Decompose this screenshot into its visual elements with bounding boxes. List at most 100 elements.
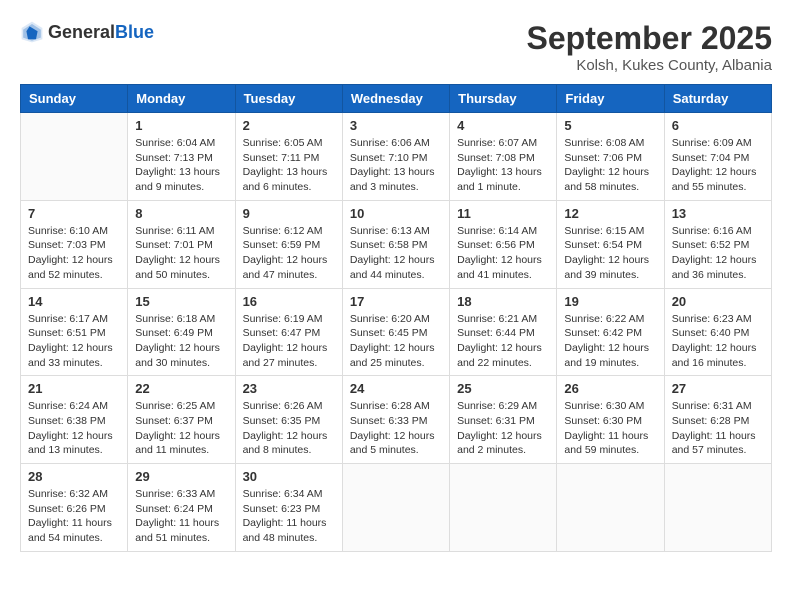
location-title: Kolsh, Kukes County, Albania	[527, 57, 772, 74]
day-cell: 5Sunrise: 6:08 AMSunset: 7:06 PMDaylight…	[557, 113, 664, 201]
weekday-header-wednesday: Wednesday	[342, 85, 449, 113]
day-info: Sunrise: 6:14 AMSunset: 6:56 PMDaylight:…	[457, 224, 549, 283]
day-cell: 13 Sunrise: 6:16 AMSunset: 6:52 PMDayligh…	[664, 200, 771, 288]
day-cell: 4 Sunrise: 6:07 AMSunset: 7:08 PMDaylight…	[450, 113, 557, 201]
weekday-header-row: SundayMondayTuesdayWednesdayThursdayFrid…	[21, 85, 772, 113]
day-number: 25	[457, 381, 549, 396]
day-info: Sunrise: 6:04 AMSunset: 7:13 PMDaylight:…	[135, 136, 227, 195]
day-number: 27	[672, 381, 764, 396]
day-cell	[342, 464, 449, 552]
day-number: 10	[350, 206, 442, 221]
day-info: Sunrise: 6:26 AMSunset: 6:35 PMDaylight:…	[243, 399, 335, 458]
day-cell: 6Sunrise: 6:09 AMSunset: 7:04 PMDaylight…	[664, 113, 771, 201]
week-row-1: 1 Sunrise: 6:04 AMSunset: 7:13 PMDaylight…	[21, 113, 772, 201]
day-number: 21	[28, 381, 120, 396]
day-number: 2	[243, 118, 335, 133]
calendar: SundayMondayTuesdayWednesdayThursdayFrid…	[20, 84, 772, 552]
day-info: Sunrise: 6:34 AMSunset: 6:23 PMDaylight:…	[243, 487, 335, 546]
week-row-2: 7Sunrise: 6:10 AMSunset: 7:03 PMDaylight…	[21, 200, 772, 288]
day-cell: 23 Sunrise: 6:26 AMSunset: 6:35 PMDayligh…	[235, 376, 342, 464]
day-cell: 28 Sunrise: 6:32 AMSunset: 6:26 PMDayligh…	[21, 464, 128, 552]
day-number: 13	[672, 206, 764, 221]
day-info: Sunrise: 6:07 AMSunset: 7:08 PMDaylight:…	[457, 136, 549, 195]
title-area: September 2025 Kolsh, Kukes County, Alba…	[527, 20, 772, 74]
day-info: Sunrise: 6:17 AMSunset: 6:51 PMDaylight:…	[28, 312, 120, 371]
day-number: 14	[28, 294, 120, 309]
day-number: 11	[457, 206, 549, 221]
weekday-header-friday: Friday	[557, 85, 664, 113]
day-info: Sunrise: 6:30 AMSunset: 6:30 PMDaylight:…	[564, 399, 656, 458]
day-cell: 21 Sunrise: 6:24 AMSunset: 6:38 PMDayligh…	[21, 376, 128, 464]
day-number: 18	[457, 294, 549, 309]
weekday-header-saturday: Saturday	[664, 85, 771, 113]
day-info: Sunrise: 6:11 AMSunset: 7:01 PMDaylight:…	[135, 224, 227, 283]
day-cell: 26Sunrise: 6:30 AMSunset: 6:30 PMDayligh…	[557, 376, 664, 464]
day-number: 23	[243, 381, 335, 396]
day-cell: 29Sunrise: 6:33 AMSunset: 6:24 PMDayligh…	[128, 464, 235, 552]
week-row-4: 21 Sunrise: 6:24 AMSunset: 6:38 PMDayligh…	[21, 376, 772, 464]
day-cell: 3 Sunrise: 6:06 AMSunset: 7:10 PMDaylight…	[342, 113, 449, 201]
day-info: Sunrise: 6:31 AMSunset: 6:28 PMDaylight:…	[672, 399, 764, 458]
day-cell: 10 Sunrise: 6:13 AMSunset: 6:58 PMDayligh…	[342, 200, 449, 288]
logo: GeneralBlue	[20, 20, 154, 44]
day-number: 3	[350, 118, 442, 133]
month-title: September 2025	[527, 20, 772, 57]
day-number: 28	[28, 469, 120, 484]
day-info: Sunrise: 6:22 AMSunset: 6:42 PMDaylight:…	[564, 312, 656, 371]
day-cell: 18 Sunrise: 6:21 AMSunset: 6:44 PMDayligh…	[450, 288, 557, 376]
day-number: 15	[135, 294, 227, 309]
day-info: Sunrise: 6:13 AMSunset: 6:58 PMDaylight:…	[350, 224, 442, 283]
day-cell: 22 Sunrise: 6:25 AMSunset: 6:37 PMDayligh…	[128, 376, 235, 464]
day-cell: 17 Sunrise: 6:20 AMSunset: 6:45 PMDayligh…	[342, 288, 449, 376]
day-number: 1	[135, 118, 227, 133]
day-info: Sunrise: 6:21 AMSunset: 6:44 PMDaylight:…	[457, 312, 549, 371]
day-number: 17	[350, 294, 442, 309]
day-number: 16	[243, 294, 335, 309]
day-cell: 30 Sunrise: 6:34 AMSunset: 6:23 PMDayligh…	[235, 464, 342, 552]
day-info: Sunrise: 6:05 AMSunset: 7:11 PMDaylight:…	[243, 136, 335, 195]
day-info: Sunrise: 6:09 AMSunset: 7:04 PMDaylight:…	[672, 136, 764, 195]
day-cell: 1 Sunrise: 6:04 AMSunset: 7:13 PMDaylight…	[128, 113, 235, 201]
day-cell: 24Sunrise: 6:28 AMSunset: 6:33 PMDayligh…	[342, 376, 449, 464]
day-cell: 8 Sunrise: 6:11 AMSunset: 7:01 PMDaylight…	[128, 200, 235, 288]
day-number: 8	[135, 206, 227, 221]
day-info: Sunrise: 6:16 AMSunset: 6:52 PMDaylight:…	[672, 224, 764, 283]
day-cell: 9Sunrise: 6:12 AMSunset: 6:59 PMDaylight…	[235, 200, 342, 288]
day-info: Sunrise: 6:33 AMSunset: 6:24 PMDaylight:…	[135, 487, 227, 546]
day-info: Sunrise: 6:28 AMSunset: 6:33 PMDaylight:…	[350, 399, 442, 458]
week-row-5: 28 Sunrise: 6:32 AMSunset: 6:26 PMDayligh…	[21, 464, 772, 552]
weekday-header-monday: Monday	[128, 85, 235, 113]
day-cell: 15Sunrise: 6:18 AMSunset: 6:49 PMDayligh…	[128, 288, 235, 376]
day-info: Sunrise: 6:24 AMSunset: 6:38 PMDaylight:…	[28, 399, 120, 458]
day-cell: 16Sunrise: 6:19 AMSunset: 6:47 PMDayligh…	[235, 288, 342, 376]
day-info: Sunrise: 6:23 AMSunset: 6:40 PMDaylight:…	[672, 312, 764, 371]
day-cell: 11 Sunrise: 6:14 AMSunset: 6:56 PMDayligh…	[450, 200, 557, 288]
day-info: Sunrise: 6:10 AMSunset: 7:03 PMDaylight:…	[28, 224, 120, 283]
day-cell: 2 Sunrise: 6:05 AMSunset: 7:11 PMDaylight…	[235, 113, 342, 201]
day-number: 4	[457, 118, 549, 133]
day-number: 30	[243, 469, 335, 484]
day-number: 12	[564, 206, 656, 221]
day-number: 20	[672, 294, 764, 309]
day-info: Sunrise: 6:20 AMSunset: 6:45 PMDaylight:…	[350, 312, 442, 371]
day-info: Sunrise: 6:32 AMSunset: 6:26 PMDaylight:…	[28, 487, 120, 546]
weekday-header-thursday: Thursday	[450, 85, 557, 113]
header: GeneralBlue September 2025 Kolsh, Kukes …	[20, 20, 772, 74]
weekday-header-tuesday: Tuesday	[235, 85, 342, 113]
day-info: Sunrise: 6:06 AMSunset: 7:10 PMDaylight:…	[350, 136, 442, 195]
day-info: Sunrise: 6:08 AMSunset: 7:06 PMDaylight:…	[564, 136, 656, 195]
week-row-3: 14 Sunrise: 6:17 AMSunset: 6:51 PMDayligh…	[21, 288, 772, 376]
day-number: 19	[564, 294, 656, 309]
day-info: Sunrise: 6:15 AMSunset: 6:54 PMDaylight:…	[564, 224, 656, 283]
day-cell: 19 Sunrise: 6:22 AMSunset: 6:42 PMDayligh…	[557, 288, 664, 376]
weekday-header-sunday: Sunday	[21, 85, 128, 113]
day-cell: 27 Sunrise: 6:31 AMSunset: 6:28 PMDayligh…	[664, 376, 771, 464]
logo-text: GeneralBlue	[48, 22, 154, 43]
day-cell: 12 Sunrise: 6:15 AMSunset: 6:54 PMDayligh…	[557, 200, 664, 288]
day-number: 9	[243, 206, 335, 221]
day-cell	[450, 464, 557, 552]
day-info: Sunrise: 6:25 AMSunset: 6:37 PMDaylight:…	[135, 399, 227, 458]
day-cell: 20 Sunrise: 6:23 AMSunset: 6:40 PMDayligh…	[664, 288, 771, 376]
day-number: 22	[135, 381, 227, 396]
day-cell	[664, 464, 771, 552]
